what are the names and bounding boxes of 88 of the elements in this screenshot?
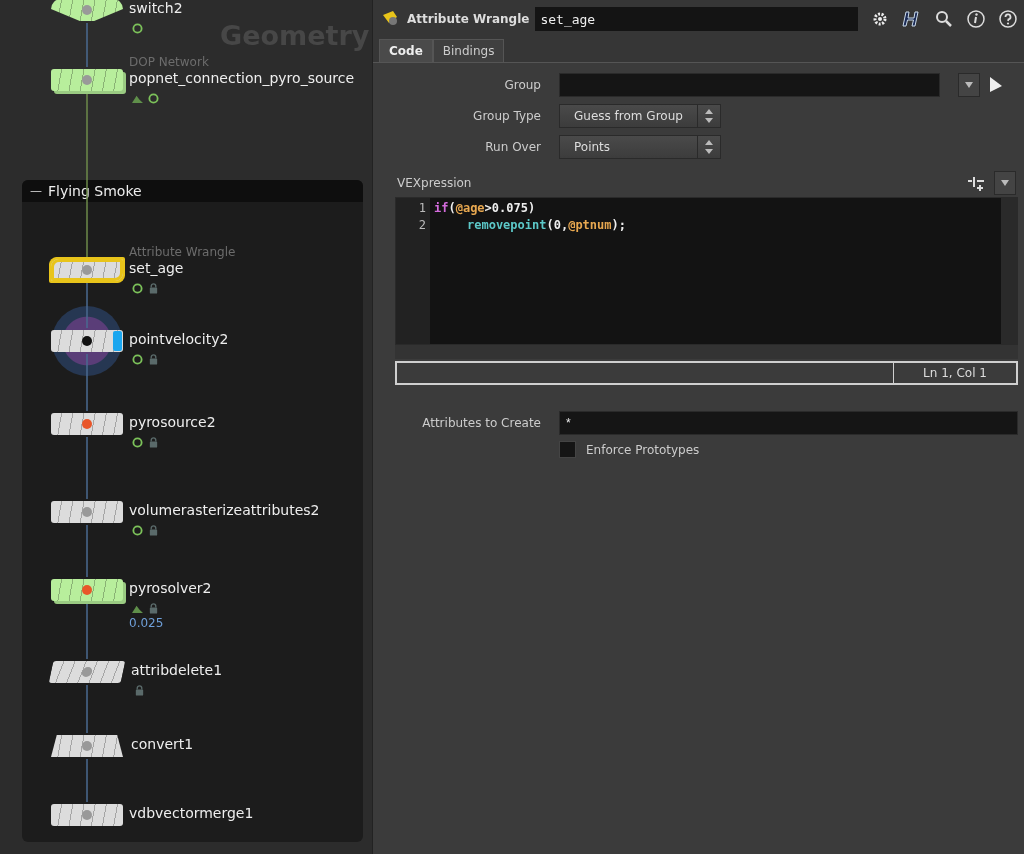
scroll-bar[interactable] — [1001, 198, 1017, 344]
code-line: if(@age>0.075) — [434, 200, 536, 217]
tab[interactable]: Bindings — [432, 39, 505, 62]
node-name: popnet_connection_pyro_source — [129, 70, 355, 86]
network-node[interactable] — [51, 579, 123, 601]
checkbox-label: Enforce Prototypes — [586, 442, 700, 457]
status-circle-icon — [132, 283, 143, 294]
group-field[interactable] — [559, 73, 940, 97]
mountain-icon — [132, 93, 143, 104]
node-type-label: Attribute Wrangle — [129, 245, 236, 259]
wire — [85, 685, 89, 733]
wire — [85, 23, 89, 67]
status-circle-icon — [132, 437, 143, 448]
node-icon — [80, 417, 94, 431]
wire — [85, 759, 89, 802]
search-icon[interactable] — [934, 9, 954, 29]
dropdown-button[interactable] — [994, 171, 1016, 195]
wire — [85, 603, 89, 659]
line-number: 1 — [417, 200, 426, 217]
network-node[interactable] — [51, 735, 123, 757]
parameter-label: Group Type — [472, 109, 541, 123]
checkbox[interactable] — [559, 441, 576, 458]
node-type-label: DOP Network — [129, 55, 209, 69]
node-note: 0.025 — [129, 616, 164, 630]
parameter-label: Run Over — [484, 140, 541, 154]
line-number: 2 — [417, 217, 426, 234]
node-icon — [80, 505, 94, 519]
node-type-title: Attribute Wrangle — [407, 12, 530, 26]
network-node[interactable] — [51, 661, 123, 683]
node-name: vdbvectormerge1 — [129, 805, 254, 821]
help-icon[interactable] — [998, 9, 1018, 29]
network-node[interactable] — [51, 413, 123, 435]
network-node[interactable] — [51, 804, 123, 826]
info-icon[interactable] — [966, 9, 986, 29]
lock-icon — [134, 685, 145, 696]
node-name: set_age — [129, 260, 184, 276]
node-icon — [80, 739, 94, 753]
tab[interactable]: Code — [379, 39, 433, 62]
node-name: volumerasterizeattributes2 — [129, 502, 320, 518]
wire — [85, 525, 89, 577]
node-name: pointvelocity2 — [129, 331, 229, 347]
mountain-icon — [132, 603, 143, 614]
network-box-header[interactable]: — Flying Smoke — [22, 180, 363, 202]
network-node[interactable] — [51, 501, 123, 523]
node-icon — [80, 583, 94, 597]
network-node[interactable] — [51, 259, 123, 281]
parameter-label: Group — [503, 78, 541, 92]
node-name: attribdelete1 — [131, 662, 223, 678]
node-name-field[interactable]: set_age — [535, 7, 858, 31]
help-h-icon[interactable] — [902, 9, 922, 29]
caret-icon — [965, 82, 973, 88]
node-icon — [80, 334, 94, 348]
lock-icon — [148, 525, 159, 536]
status-circle-icon — [132, 354, 143, 365]
code-editor[interactable]: 1 2 if(@age>0.075) removepoint(0,@ptnum); — [395, 197, 1018, 345]
code-line: removepoint(0,@ptnum); — [466, 217, 626, 234]
lock-icon — [148, 603, 159, 614]
node-name: pyrosource2 — [129, 414, 216, 430]
node-icon — [80, 73, 94, 87]
cursor-position: Ln 1, Col 1 — [922, 365, 988, 382]
node-icon — [80, 808, 94, 822]
status-circle-icon — [132, 23, 143, 34]
status-circle-icon — [132, 525, 143, 536]
vexpression-label: VEXpression — [397, 176, 472, 190]
scroll-bar[interactable] — [395, 345, 1018, 359]
add-spare-parameter-icon[interactable] — [966, 174, 986, 192]
node-icon — [80, 3, 94, 17]
collapse-glyph[interactable]: — — [30, 184, 42, 198]
node-icon — [80, 263, 94, 277]
wire — [85, 354, 89, 411]
parameter-label: Attributes to Create — [421, 416, 541, 430]
lock-icon — [148, 437, 159, 448]
lock-icon — [148, 354, 159, 365]
network-box-title: Flying Smoke — [48, 183, 142, 199]
network-node[interactable] — [51, 69, 123, 91]
node-name: pyrosolver2 — [129, 580, 212, 596]
lock-icon — [148, 283, 159, 294]
status-circle-icon — [148, 93, 159, 104]
wire — [85, 283, 89, 328]
dropdown-button[interactable] — [958, 73, 980, 97]
group-type-menu[interactable]: Guess from Group — [559, 104, 721, 128]
attributes-field[interactable]: * — [559, 411, 1018, 435]
cursor-arrow-icon[interactable] — [988, 76, 1004, 94]
node-name: convert1 — [131, 736, 194, 752]
node-name: switch2 — [129, 0, 183, 16]
wire — [85, 437, 89, 499]
caret-icon — [1001, 180, 1009, 186]
run-over-menu[interactable]: Points — [559, 135, 721, 159]
